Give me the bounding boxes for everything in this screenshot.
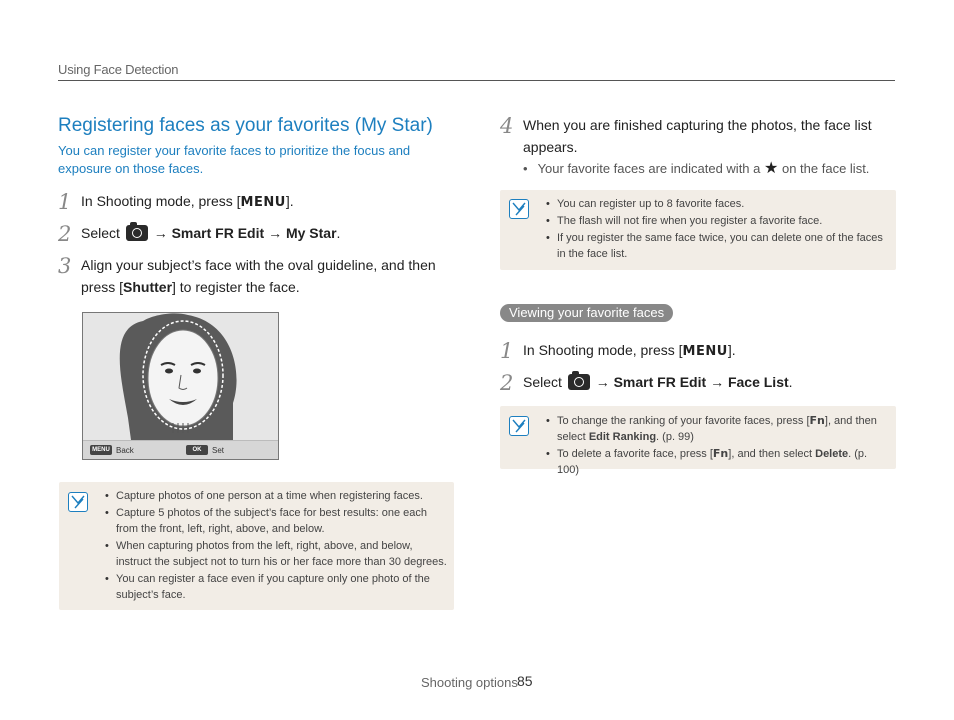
note-item: If you register the same face twice, you… [546, 230, 886, 262]
step-2-text: Select → Smart FR Edit → My Star. [81, 222, 340, 244]
footer-label: Shooting options [421, 675, 518, 690]
step-text-part: ]. [727, 342, 736, 358]
note-box: To change the ranking of your favorite f… [500, 406, 896, 476]
note-item: Capture photos of one person at a time w… [105, 488, 447, 504]
ok-key: OK [186, 445, 208, 455]
arrow: → [595, 374, 610, 390]
section-intro: You can register your favorite faces to … [58, 143, 411, 176]
step-number: 2 [500, 371, 514, 395]
note-box: You can register up to 8 favorite faces.… [500, 190, 896, 270]
arrow: → [153, 225, 168, 241]
back-label: Back [116, 446, 134, 455]
step-1-text: In Shooting mode, press [MENU]. [81, 190, 294, 214]
step-4-text: When you are finished capturing the phot… [523, 117, 872, 155]
step-text-part: . [788, 374, 793, 390]
step-number: 3 [58, 254, 72, 278]
note-item: You can register up to 8 favorite faces. [546, 196, 886, 212]
menu-item-smart-fr-edit: Smart FR Edit [171, 225, 265, 241]
menu-key: MENU [682, 344, 728, 359]
bullet: • [523, 161, 528, 176]
menu-key: MENU [240, 195, 286, 210]
arrow: → [710, 374, 725, 390]
note-box: Capture photos of one person at a time w… [59, 482, 454, 610]
step-text-part: ] to register the face. [172, 279, 300, 295]
page-number: 85 [517, 673, 533, 689]
note-icon [509, 416, 529, 436]
note-item: The flash will not fire when you registe… [546, 213, 886, 229]
step-text-part: Align your subject’s face with the oval … [81, 257, 436, 273]
running-header: Using Face Detection [58, 62, 179, 77]
arrow: → [268, 225, 283, 241]
step-text-part: Select [81, 225, 120, 241]
note-text: To change the ranking of your favorite f… [557, 415, 810, 427]
fn-key: Fn [809, 414, 825, 427]
note-item: To change the ranking of your favorite f… [546, 413, 888, 445]
step-4-bullet: • Your favorite faces are indicated with … [523, 158, 869, 178]
delete-option: Delete [815, 448, 849, 460]
camera-icon [567, 371, 590, 390]
note-list: Capture photos of one person at a time w… [105, 488, 447, 604]
note-item: You can register a face even if you capt… [105, 571, 447, 603]
step-text-part: ]. [285, 193, 294, 209]
note-list: You can register up to 8 favorite faces.… [546, 196, 886, 263]
step-number: 1 [500, 339, 514, 363]
note-text: . (p. 99) [656, 431, 694, 443]
menu-item-face-list: Face List [727, 374, 789, 390]
view-step-1-text: In Shooting mode, press [MENU]. [523, 339, 736, 363]
note-list: To change the ranking of your favorite f… [546, 413, 888, 479]
shutter-key: Shutter [123, 279, 173, 295]
note-text: ], and then select [728, 448, 813, 460]
note-icon [68, 492, 88, 512]
subsection-badge: Viewing your favorite faces [500, 304, 674, 322]
face-illustration [83, 313, 278, 440]
step-text-part: Select [523, 374, 562, 390]
menu-key: MENU [90, 445, 112, 455]
menu-item-my-star: My Star [285, 225, 337, 241]
set-label: Set [212, 446, 225, 455]
step-text-part: . [336, 225, 341, 241]
edit-ranking-option: Edit Ranking [588, 431, 657, 443]
step-number: 1 [58, 190, 72, 214]
note-item: When capturing photos from the left, rig… [105, 538, 447, 570]
step-3-text: Align your subject’s face with the oval … [81, 254, 461, 298]
step-number: 2 [58, 222, 72, 246]
section-title: Registering faces as your favorites (My … [58, 115, 433, 136]
step-number: 4 [500, 114, 514, 138]
bullet-text: Your favorite faces are indicated with a [537, 161, 761, 176]
view-step-2-text: Select → Smart FR Edit → Face List. [523, 371, 793, 393]
note-item: To delete a favorite face, press [Fn], a… [546, 446, 888, 478]
step-text-part: press [ [81, 279, 124, 295]
note-text: To delete a favorite face, press [ [557, 448, 713, 460]
preview-button-bar: MENU Back OK Set [83, 440, 278, 459]
step-text-part: In Shooting mode, press [ [81, 193, 241, 209]
note-icon [509, 199, 529, 219]
header-divider [58, 80, 895, 81]
menu-item-smart-fr-edit: Smart FR Edit [613, 374, 707, 390]
note-item: Capture 5 photos of the subject’s face f… [105, 505, 447, 537]
step-text-part: In Shooting mode, press [ [523, 342, 683, 358]
camera-icon [125, 222, 148, 241]
star-icon: ★ [764, 160, 779, 177]
bullet-text: on the face list. [781, 161, 870, 176]
camera-preview: MENU Back OK Set [82, 312, 279, 460]
fn-key: Fn [712, 447, 729, 460]
